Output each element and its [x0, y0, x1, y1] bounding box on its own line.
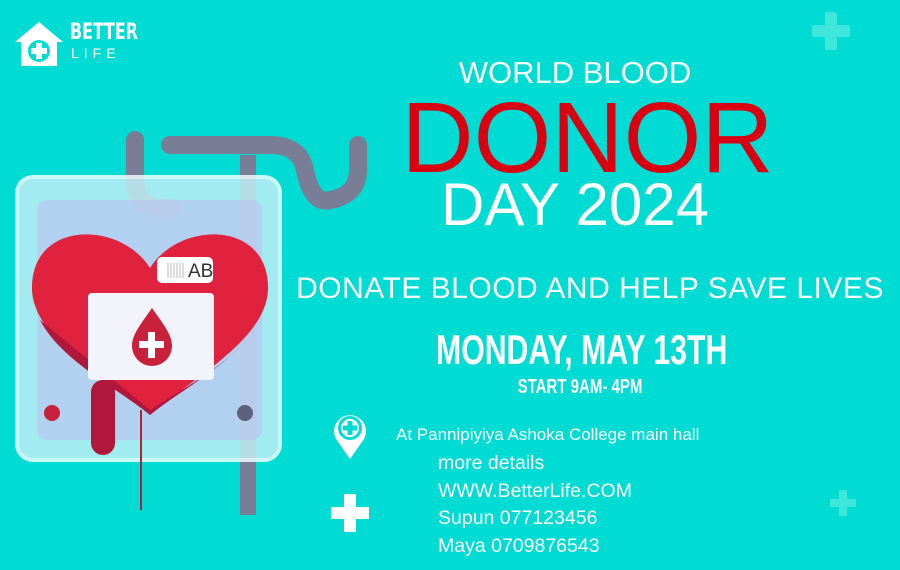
location-text: At Pannipiyiya Ashoka College main hall — [396, 425, 700, 444]
event-date: MONDAY, MAY 13TH — [436, 326, 728, 373]
brand-name: BETTER — [70, 20, 138, 45]
contact-maya: Maya 0709876543 — [438, 535, 600, 557]
tagline: DONATE BLOOD AND HELP SAVE LIVES — [296, 272, 884, 305]
house-plus-icon — [15, 22, 63, 66]
decorative-plus-icon — [812, 12, 850, 50]
contact-supun: Supun 077123456 — [438, 507, 598, 529]
brand-sub: LIFE — [71, 45, 121, 61]
event-time: START 9AM- 4PM — [517, 376, 643, 398]
website-link[interactable]: WWW.BetterLife.COM — [438, 480, 632, 502]
details-heading: more details — [438, 452, 545, 474]
blood-type: AB — [188, 261, 213, 282]
decorative-plus-icon — [830, 490, 856, 516]
plus-icon — [331, 494, 369, 532]
headline-day: DAY 2024 — [441, 171, 709, 238]
location-pin-plus-icon — [334, 415, 366, 459]
